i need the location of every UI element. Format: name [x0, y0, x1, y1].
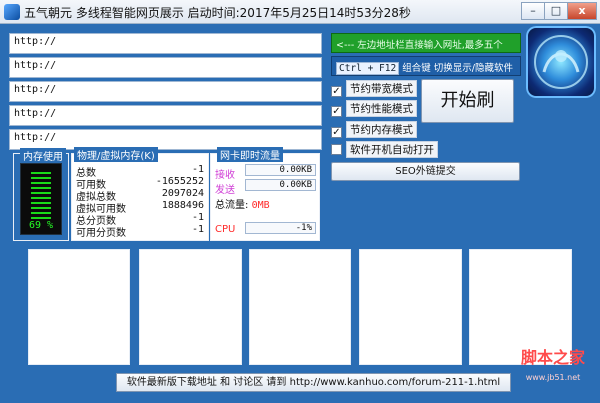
url-hint: <--- 左边地址栏直接输入网址,最多五个 [331, 33, 521, 53]
hotkey-hint: Ctrl + F12 组合键 切换显示/隐藏软件 [331, 56, 521, 76]
meter-bar [31, 202, 51, 204]
option-bandwidth[interactable]: ✓ 节约带宽模式 [331, 80, 417, 97]
memory-checkbox[interactable]: ✓ [331, 127, 342, 138]
memory-meter: 69 % [20, 163, 62, 235]
minimize-button[interactable]: – [521, 2, 545, 20]
meter-bar [31, 197, 51, 199]
virtual-memory-title: 物理/虚拟内存(K) [74, 147, 158, 162]
window-title: 五气朝元 多线程智能网页展示 启动时间:2017年5月25日14时53分28秒 [24, 6, 411, 20]
receive-value: 0.00KB [245, 164, 316, 176]
meter-bar [31, 187, 51, 189]
network-panel: 网卡即时流量 接收 0.00KB 发送 0.00KB 总流量: 0MB CPU … [210, 147, 320, 241]
performance-label: 节约性能模式 [346, 100, 417, 117]
meter-bar [31, 207, 51, 209]
option-autostart[interactable]: 软件开机自动打开 [331, 141, 438, 158]
memory-label: 节约内存模式 [346, 121, 417, 138]
meter-bar [31, 217, 51, 219]
preview-pane-2[interactable] [139, 249, 242, 365]
cpu-value: -1% [245, 222, 316, 234]
total-traffic-label: 总流量: [215, 200, 249, 211]
start-button[interactable]: 开始刷 [421, 79, 514, 123]
dragon-emblem-icon [534, 35, 588, 89]
memory-usage-panel: 内存使用 69 % [13, 148, 69, 241]
table-row: 虚拟总数 2097024 [76, 188, 204, 203]
watermark-url: www.jb51.net [525, 373, 581, 382]
autostart-label: 软件开机自动打开 [346, 141, 438, 158]
memory-percent: 69 % [28, 220, 54, 231]
meter-bar [31, 212, 51, 214]
meter-bar [31, 177, 51, 179]
autostart-checkbox[interactable] [331, 144, 342, 155]
send-label: 发送 [215, 185, 235, 196]
url-input-2[interactable]: http:// [9, 57, 322, 78]
app-window: 五气朝元 多线程智能网页展示 启动时间:2017年5月25日14时53分28秒 … [0, 0, 600, 403]
performance-checkbox[interactable]: ✓ [331, 106, 342, 117]
cpu-label: CPU [215, 224, 236, 235]
preview-pane-3[interactable] [249, 249, 351, 365]
bandwidth-checkbox[interactable]: ✓ [331, 86, 342, 97]
table-row: 总数 -1 [76, 164, 204, 179]
meter-bar [31, 182, 51, 184]
network-title: 网卡即时流量 [217, 147, 283, 162]
vm-label: 可用分页数 [76, 228, 126, 239]
table-row: 虚拟可用数 1888496 [76, 200, 204, 215]
meter-bar [31, 192, 51, 194]
memory-usage-title: 内存使用 [20, 148, 66, 163]
hotkey-key: Ctrl + F12 [336, 62, 400, 75]
vm-value: -1 [191, 164, 204, 175]
table-row: 可用分页数 -1 [76, 224, 204, 239]
option-memory[interactable]: ✓ 节约内存模式 [331, 121, 417, 138]
download-link-bar[interactable]: 软件最新版下载地址 和 讨论区 请到 http://www.kanhuo.com… [116, 373, 511, 392]
url-input-3[interactable]: http:// [9, 81, 322, 102]
total-traffic: 总流量: 0MB [215, 196, 270, 211]
maximize-button[interactable]: □ [544, 2, 568, 20]
meter-bar [31, 172, 51, 174]
option-performance[interactable]: ✓ 节约性能模式 [331, 100, 417, 117]
virtual-memory-panel: 物理/虚拟内存(K) 总数 -1 可用数 -1655252 虚拟总数 20970… [71, 147, 209, 241]
preview-pane-1[interactable] [28, 249, 130, 365]
vm-value: -1 [191, 224, 204, 235]
hotkey-text: 组合键 切换显示/隐藏软件 [399, 63, 513, 74]
url-input-1[interactable]: http:// [9, 33, 322, 54]
app-icon [4, 4, 20, 20]
close-button[interactable]: x [567, 2, 597, 20]
url-input-4[interactable]: http:// [9, 105, 322, 126]
vm-value: 1888496 [161, 200, 204, 211]
bandwidth-label: 节约带宽模式 [346, 80, 417, 97]
total-traffic-value: 0MB [251, 200, 270, 211]
seo-submit-button[interactable]: SEO外链提交 [331, 162, 520, 181]
receive-label: 接收 [215, 170, 235, 181]
preview-pane-4[interactable] [359, 249, 462, 365]
vm-value: -1655252 [155, 176, 204, 187]
title-bar[interactable]: 五气朝元 多线程智能网页展示 启动时间:2017年5月25日14时53分28秒 … [0, 0, 600, 24]
table-row: 可用数 -1655252 [76, 176, 204, 191]
send-value: 0.00KB [245, 179, 316, 191]
app-logo [526, 26, 596, 98]
table-row: 总分页数 -1 [76, 212, 204, 227]
watermark-title: 脚本之家 [520, 348, 585, 367]
watermark: 脚本之家 www.jb51.net [506, 349, 600, 403]
vm-value: -1 [191, 212, 204, 223]
vm-value: 2097024 [161, 188, 204, 199]
